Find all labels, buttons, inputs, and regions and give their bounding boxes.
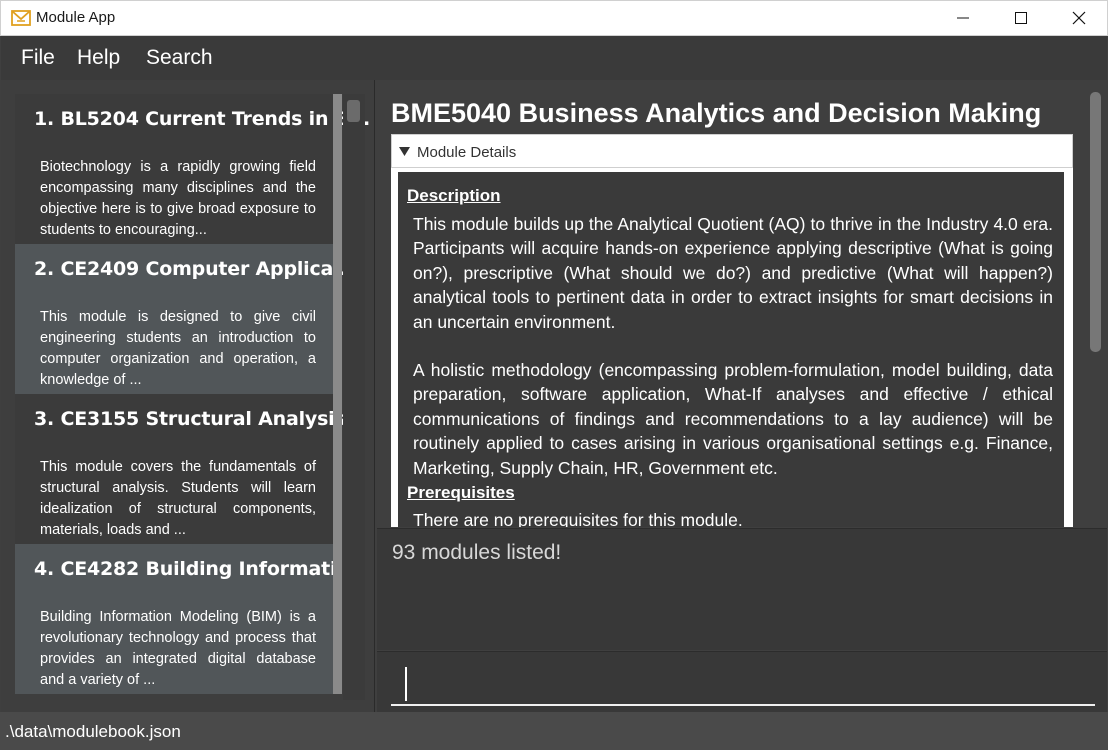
detail-scrollbar[interactable] (1090, 92, 1101, 352)
maximize-icon (1015, 12, 1027, 24)
result-message: 93 modules listed! (392, 541, 562, 564)
window-title: Module App (36, 9, 116, 26)
module-details-label: Module Details (417, 144, 517, 161)
card-divider (333, 94, 342, 244)
card-divider (333, 394, 342, 544)
menu-file[interactable]: File (21, 46, 55, 70)
command-box (377, 651, 1107, 712)
text-caret (405, 667, 407, 701)
module-card-title: 1. BL5204 Current Trends in B... (34, 108, 371, 130)
menu-bar: File Help Search (1, 36, 1107, 80)
triangle-down-icon (399, 147, 410, 156)
status-bar: .\data\modulebook.json (0, 712, 1108, 750)
module-details-toggle[interactable]: Module Details (391, 134, 1073, 168)
module-detail-panel: BME5040 Business Analytics and Decision … (377, 80, 1107, 527)
command-input[interactable] (391, 658, 1095, 706)
module-card-title: 3. CE3155 Structural Analysis (34, 408, 346, 430)
module-card[interactable]: 3. CE3155 Structural Analysis This modul… (15, 394, 346, 544)
minimize-button[interactable] (934, 1, 992, 35)
module-card-description: Building Information Modeling (BIM) is a… (40, 609, 316, 688)
prerequisites-text: There are no prerequisites for this modu… (413, 510, 743, 527)
close-icon (1072, 11, 1086, 25)
card-divider (333, 244, 342, 394)
module-details-body: Description This module builds up the An… (391, 168, 1073, 527)
description-heading: Description (407, 186, 501, 205)
module-card-description: This module covers the fundamentals of s… (40, 459, 316, 538)
module-card[interactable]: 2. CE2409 Computer Applica... This modul… (15, 244, 354, 394)
prerequisites-heading: Prerequisites (407, 483, 515, 502)
module-details-content: Description This module builds up the An… (398, 172, 1064, 527)
module-card-description: This module is designed to give civil en… (40, 309, 316, 388)
module-card-title: 2. CE2409 Computer Applica... (34, 258, 355, 280)
maximize-button[interactable] (992, 1, 1050, 35)
list-scrollbar[interactable] (343, 94, 365, 700)
list-scrollbar-thumb[interactable] (347, 100, 360, 122)
module-list[interactable]: 1. BL5204 Current Trends in B... Biotech… (1, 80, 375, 712)
menu-search[interactable]: Search (146, 46, 213, 70)
module-card-title: 4. CE4282 Building Informati... (34, 558, 358, 580)
status-file-path: .\data\modulebook.json (5, 722, 181, 741)
menu-help[interactable]: Help (77, 46, 120, 70)
result-display: 93 modules listed! (377, 528, 1107, 650)
minimize-icon (957, 17, 969, 19)
module-card[interactable]: 4. CE4282 Building Informati... Building… (15, 544, 358, 694)
close-button[interactable] (1050, 1, 1108, 35)
description-paragraph-2: A holistic methodology (encompassing pro… (413, 360, 1053, 478)
module-card-description: Biotechnology is a rapidly growing field… (40, 159, 316, 238)
card-divider (333, 544, 342, 694)
envelope-icon (11, 10, 31, 26)
description-paragraph-1: This module builds up the Analytical Quo… (413, 214, 1053, 332)
title-bar: Module App (0, 0, 1108, 36)
module-detail-title: BME5040 Business Analytics and Decision … (391, 98, 1042, 128)
module-card[interactable]: 1. BL5204 Current Trends in B... Biotech… (15, 94, 370, 244)
